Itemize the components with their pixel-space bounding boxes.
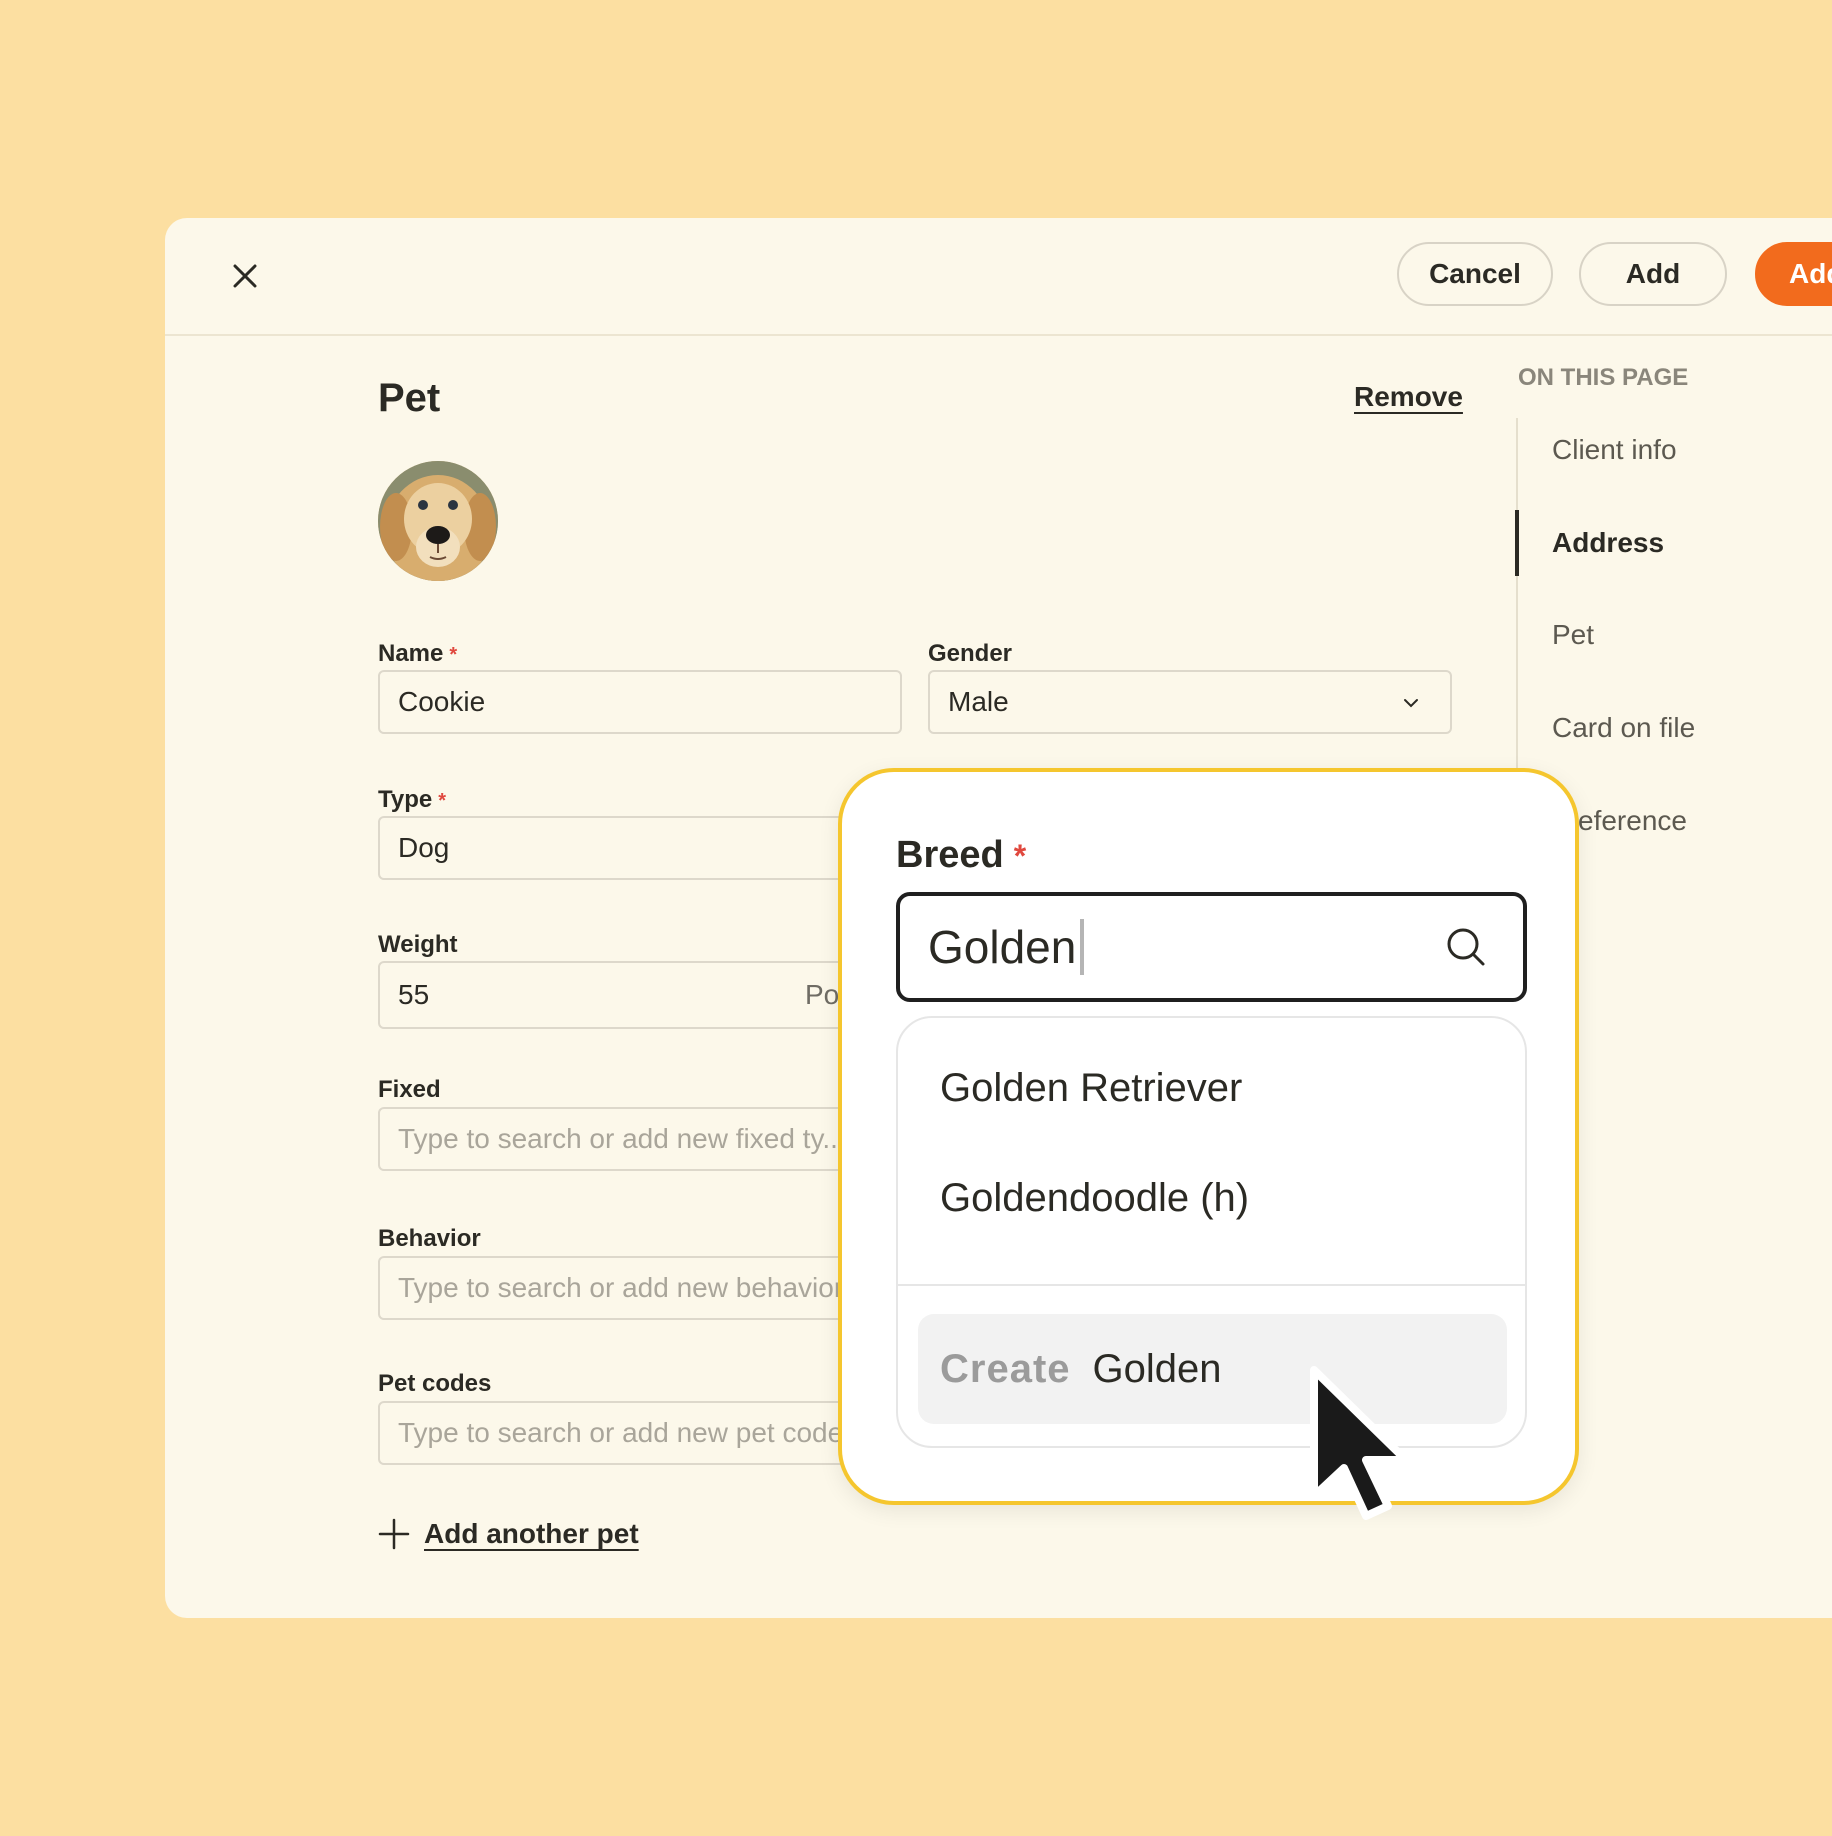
results-divider <box>898 1284 1525 1286</box>
breed-option-goldendoodle[interactable]: Goldendoodle (h) <box>940 1176 1249 1221</box>
add-another-pet-label: Add another pet <box>424 1518 639 1549</box>
search-icon <box>1447 928 1485 966</box>
toc-item-pet[interactable]: Pet <box>1552 619 1594 651</box>
chevron-down-icon <box>1404 699 1418 708</box>
create-term: Golden <box>1092 1346 1222 1391</box>
text-caret <box>1080 919 1085 975</box>
breed-option-golden-retriever[interactable]: Golden Retriever <box>940 1066 1242 1111</box>
toc-active-indicator <box>1515 510 1519 576</box>
fixed-input[interactable]: Type to search or add new fixed ty... <box>378 1107 902 1171</box>
pet-codes-label: Pet codes <box>378 1370 492 1397</box>
name-label: Name * <box>378 640 458 667</box>
pet-codes-input[interactable]: Type to search or add new pet code <box>378 1401 902 1465</box>
toc-heading: ON THIS PAGE <box>1518 364 1689 391</box>
close-icon[interactable] <box>225 256 265 296</box>
plus-icon <box>378 1518 410 1550</box>
add-primary-button[interactable]: Add <box>1755 242 1832 306</box>
breed-results-list: Golden Retriever Goldendoodle (h) Create… <box>896 1016 1527 1448</box>
name-field[interactable]: Cookie <box>378 670 902 734</box>
gender-select[interactable]: Male <box>928 670 1452 734</box>
type-field[interactable]: Dog <box>378 816 902 880</box>
weight-label: Weight <box>378 931 458 958</box>
pet-avatar[interactable] <box>378 461 498 581</box>
toc-item-address[interactable]: Address <box>1552 527 1664 559</box>
dialog-header: Cancel Add Add <box>165 218 1832 336</box>
pet-section-title: Pet <box>378 376 441 420</box>
create-label: Create <box>940 1346 1071 1391</box>
breed-popover: Breed * Golden Golden Retriever Goldendoo… <box>838 768 1579 1505</box>
behavior-input[interactable]: Type to search or add new behavior <box>378 1256 902 1320</box>
create-breed-option[interactable]: Create Golden <box>918 1314 1507 1424</box>
toc-item-client-info[interactable]: Client info <box>1552 434 1677 466</box>
toc-item-preference[interactable]: eference <box>1578 805 1687 837</box>
breed-label: Breed * <box>896 834 1027 876</box>
gender-label: Gender <box>928 640 1013 667</box>
breed-search-input[interactable]: Golden <box>896 892 1527 1002</box>
behavior-label: Behavior <box>378 1225 481 1252</box>
fixed-label: Fixed <box>378 1076 441 1103</box>
dog-photo <box>378 461 498 581</box>
remove-pet-link[interactable]: Remove <box>1354 381 1463 413</box>
type-label: Type * <box>378 786 447 813</box>
weight-field[interactable]: 55 Pou <box>378 961 902 1029</box>
add-button[interactable]: Add <box>1579 242 1727 306</box>
cancel-button[interactable]: Cancel <box>1397 242 1553 306</box>
toc-item-card-on-file[interactable]: Card on file <box>1552 712 1695 744</box>
add-another-pet-button[interactable]: Add another pet <box>378 1518 639 1550</box>
